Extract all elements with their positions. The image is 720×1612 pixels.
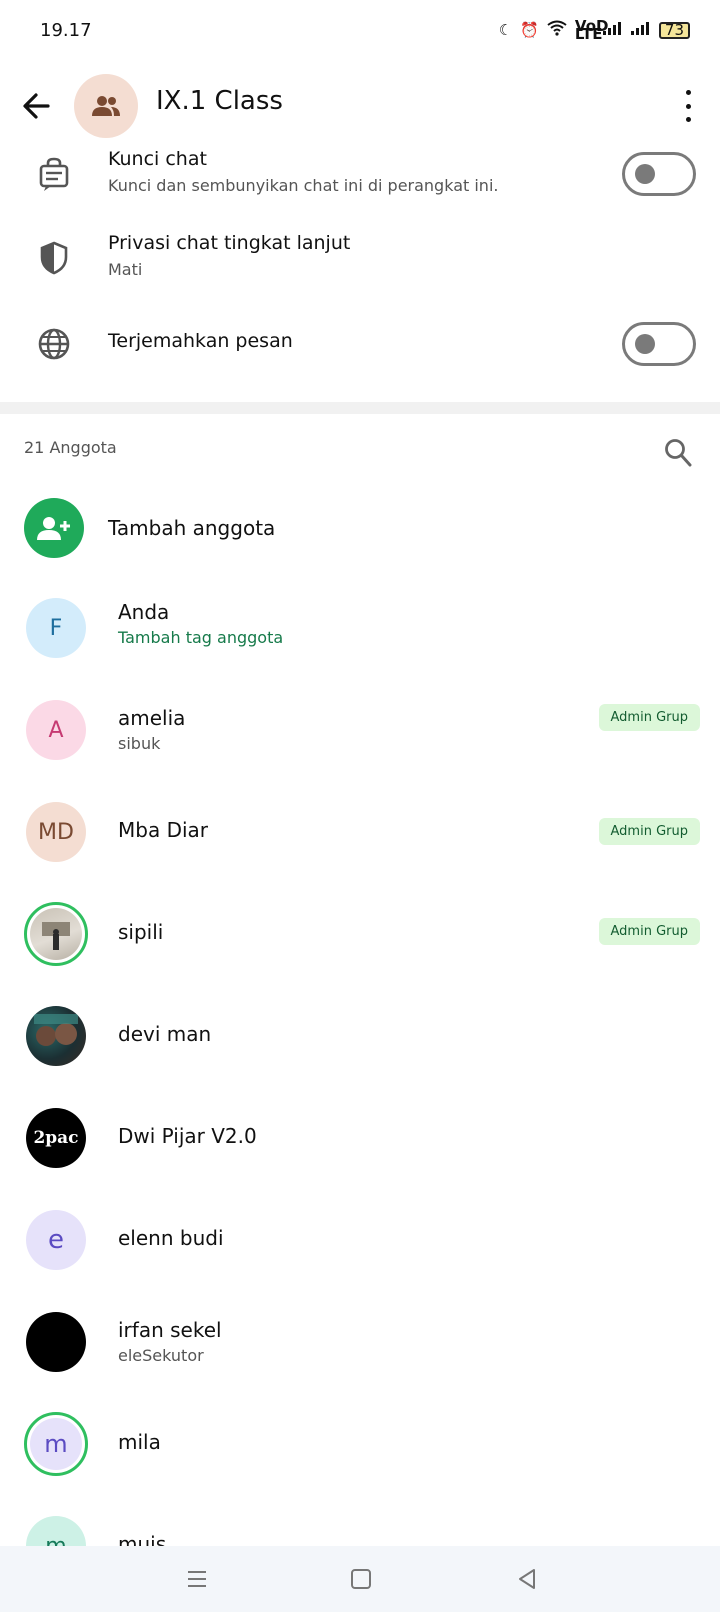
member-row[interactable]: m muis (0, 1496, 720, 1546)
moon-icon: ☾ (498, 21, 513, 39)
back-triangle-icon[interactable] (512, 1564, 542, 1594)
advanced-privacy-row[interactable]: Privasi chat tingkat lanjut Mati (0, 232, 720, 316)
member-row[interactable]: 2pac Dwi Pijar V2.0 (0, 1088, 720, 1190)
translate-messages-row[interactable]: Terjemahkan pesan (0, 318, 720, 402)
system-nav-bar (0, 1546, 720, 1612)
battery-icon: 73 (658, 21, 690, 39)
admin-badge: Admin Grup (598, 918, 700, 945)
lock-chat-title: Kunci chat (108, 148, 207, 170)
admin-badge: Admin Grup (598, 704, 700, 731)
member-name: sipili (118, 920, 164, 944)
add-member-label: Tambah anggota (108, 516, 276, 540)
member-name: muis (118, 1532, 167, 1546)
avatar: m (26, 1516, 86, 1546)
member-row[interactable]: devi man (0, 986, 720, 1088)
avatar: MD (26, 802, 86, 862)
member-name: mila (118, 1430, 161, 1454)
shield-icon (36, 240, 72, 276)
member-row[interactable]: F Anda Tambah tag anggota (0, 578, 720, 680)
globe-icon (36, 326, 72, 362)
member-subtitle: eleSekutor (118, 1346, 204, 1365)
group-title[interactable]: IX.1 Class (156, 86, 283, 116)
member-name: Dwi Pijar V2.0 (118, 1124, 257, 1148)
home-square-icon[interactable] (346, 1564, 376, 1594)
app-bar: IX.1 Class (0, 64, 720, 149)
member-row[interactable]: sipili Admin Grup (0, 884, 720, 986)
section-divider (0, 402, 720, 414)
avatar: A (26, 700, 86, 760)
avatar: e (26, 1210, 86, 1270)
menu-lines-icon[interactable] (182, 1564, 212, 1594)
more-options-icon[interactable] (676, 90, 700, 122)
member-row[interactable]: A amelia sibuk Admin Grup (0, 680, 720, 782)
wifi-icon (547, 20, 567, 40)
member-name: irfan sekel (118, 1318, 222, 1342)
member-name: amelia (118, 706, 186, 730)
member-row[interactable]: e elenn budi (0, 1190, 720, 1292)
advanced-privacy-status: Mati (108, 260, 143, 279)
back-arrow-icon[interactable] (20, 84, 54, 128)
chat-lock-icon (36, 156, 72, 192)
member-row[interactable]: MD Mba Diar Admin Grup (0, 782, 720, 884)
avatar: F (26, 598, 86, 658)
member-subtitle: sibuk (118, 734, 161, 753)
advanced-privacy-title: Privasi chat tingkat lanjut (108, 232, 351, 254)
member-name: Anda (118, 600, 170, 624)
avatar (26, 1312, 86, 1372)
avatar-initial: m (30, 1418, 82, 1470)
member-name: elenn budi (118, 1226, 224, 1250)
volte-icon: VoD LTE (574, 17, 609, 43)
group-people-icon (92, 96, 120, 116)
member-name: Mba Diar (118, 818, 208, 842)
member-row[interactable]: m mila (0, 1394, 720, 1496)
signal-icon-2 (630, 21, 651, 39)
member-name: devi man (118, 1022, 212, 1046)
avatar: m (24, 1412, 88, 1476)
status-icons: ☾ ⏰ VoD LTE 73 (498, 17, 690, 43)
alarm-icon: ⏰ (520, 21, 539, 39)
lock-chat-row[interactable]: Kunci chat Kunci dan sembunyikan chat in… (0, 148, 720, 228)
search-icon[interactable] (664, 438, 692, 468)
avatar (24, 902, 88, 966)
translate-messages-toggle[interactable] (622, 322, 696, 366)
lock-chat-toggle[interactable] (622, 152, 696, 196)
profile-photo (34, 1014, 78, 1046)
status-time: 19.17 (40, 20, 92, 41)
lock-chat-subtitle: Kunci dan sembunyikan chat ini di perang… (108, 176, 499, 195)
signal-icon-1 (602, 21, 623, 39)
profile-photo (30, 908, 82, 960)
add-member-icon (24, 498, 84, 558)
add-member-row[interactable]: Tambah anggota (0, 482, 720, 578)
group-avatar[interactable] (74, 74, 138, 138)
member-subtitle: Tambah tag anggota (118, 628, 284, 647)
avatar: 2pac (26, 1108, 86, 1168)
translate-messages-title: Terjemahkan pesan (108, 330, 293, 352)
avatar (26, 1006, 86, 1066)
status-bar: 19.17 ☾ ⏰ VoD LTE 73 (0, 0, 720, 64)
members-header: 21 Anggota (0, 414, 720, 482)
member-row[interactable]: irfan sekel eleSekutor (0, 1292, 720, 1394)
chat-settings-section: Kunci chat Kunci dan sembunyikan chat in… (0, 148, 720, 403)
member-count: 21 Anggota (24, 438, 117, 457)
admin-badge: Admin Grup (598, 818, 700, 845)
